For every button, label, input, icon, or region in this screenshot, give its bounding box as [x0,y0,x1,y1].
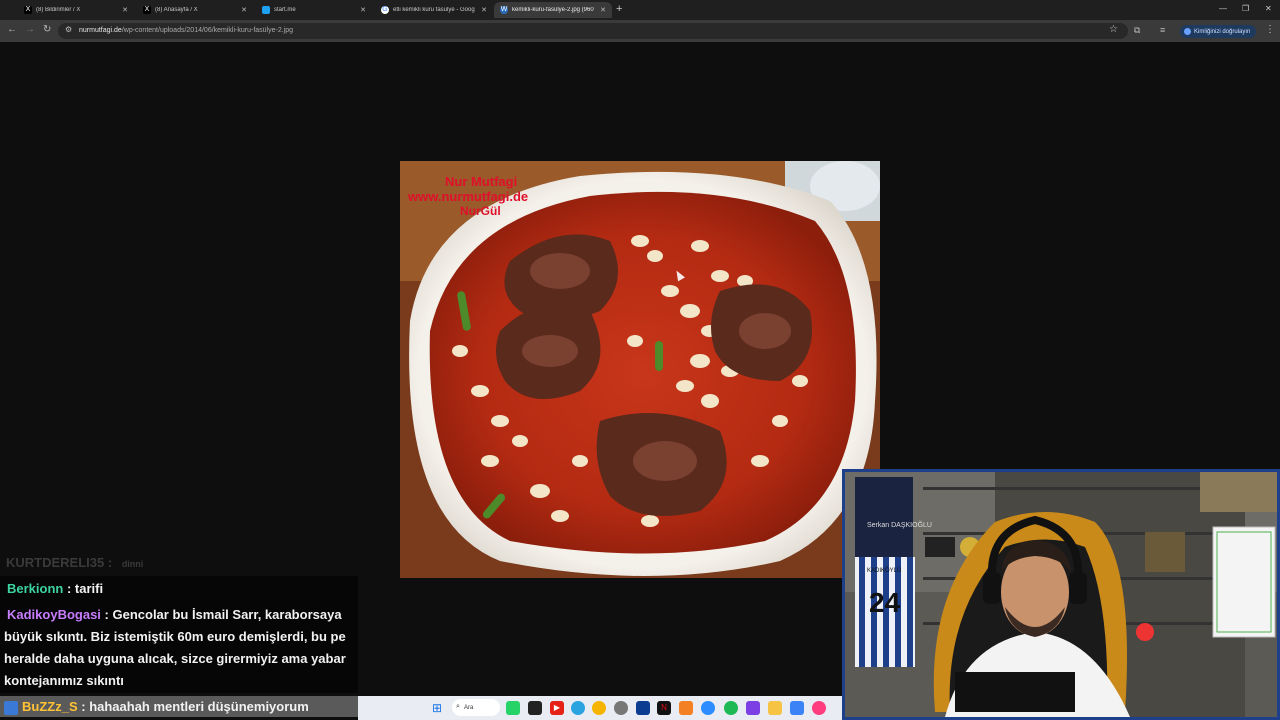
site-info-icon[interactable]: ⚙ [65,25,72,34]
bookmark-star-icon[interactable]: ☆ [1109,24,1118,35]
maximize-icon[interactable]: ❐ [1242,4,1249,13]
chat-separator: : [63,581,75,596]
bean-stew-photo: Nur Mutfagi www.nurmutfagi.de NurGül [400,161,880,578]
tab-label: etli kemikli kuru fasulye - Goog [393,7,475,13]
openai-icon[interactable] [614,701,628,715]
app-icon[interactable] [790,701,804,715]
chat-separator: : [77,699,90,714]
spotify-icon[interactable] [724,701,738,715]
whatsapp-icon[interactable] [506,701,520,715]
app-icon[interactable] [812,701,826,715]
close-tab-icon[interactable]: ✕ [600,6,606,14]
netflix-icon[interactable]: N [657,701,671,715]
tab-label: kemikli-kuru-fasülye-2.jpg (960 [512,7,594,13]
chat-username: KadikoyBogasi [7,607,101,622]
youtube-icon[interactable]: ▶ [550,701,564,715]
url-text: nurmutfagi.de/wp-content/uploads/2014/06… [79,27,294,34]
wordpress-icon: W [500,6,508,14]
minimize-icon[interactable]: — [1219,4,1227,13]
search-icon: ⌕ [456,703,460,710]
telegram-icon[interactable] [571,701,585,715]
tab-label: start.me [274,7,296,13]
media-icon[interactable]: ≡ [1160,25,1165,35]
vscode-icon[interactable] [636,701,650,715]
chat-faded-line: KURTDERELI35 : dinni [6,555,143,570]
address-bar[interactable]: ⚙ nurmutfagi.de/wp-content/uploads/2014/… [58,23,1128,39]
profile-button-label: Kimliğinizi doğrulayın [1194,28,1251,35]
close-tab-icon[interactable]: ✕ [241,6,247,14]
main-image: Nur Mutfagi www.nurmutfagi.de NurGül [400,161,880,578]
tab-home[interactable]: X (8) Anasayfa / X ✕ [137,2,253,18]
taskbar-search-label: Ara [464,704,474,711]
tab-strip: X (8) Bildirimler / X ✕ X (8) Anasayfa /… [0,0,1280,20]
close-tab-icon[interactable]: ✕ [360,6,366,14]
sign-name: Serkan DAŞKIOĞLU [867,520,932,529]
reload-icon[interactable]: ↻ [43,24,51,35]
chat-username: BuZZz_S [22,699,78,714]
watermark-name: NurGül [460,204,501,218]
close-tab-icon[interactable]: ✕ [122,6,128,14]
streamer-webcam-feed: Serkan DAŞKIOĞLU KADIKÖYLÜ 24 [845,472,1277,717]
windows-start-icon[interactable]: ⊞ [430,701,444,715]
profile-button[interactable]: Kimliğinizi doğrulayın [1180,25,1256,38]
new-tab-button[interactable]: + [616,3,622,15]
webcam-overlay: Serkan DAŞKIOĞLU KADIKÖYLÜ 24 [842,469,1280,720]
tab-google-search[interactable]: G etli kemikli kuru fasulye - Goog ✕ [375,2,493,18]
chrome-icon[interactable] [592,701,606,715]
tab-startme[interactable]: start.me ✕ [256,2,372,18]
chat-text: tarifi [74,581,104,596]
chat-message: BuZZz_S : hahaahah mentleri düşünemiyoru… [0,696,358,717]
chat-text: hahaahah mentleri düşünemiyorum [89,699,309,714]
forward-icon[interactable]: → [25,24,35,35]
close-tab-icon[interactable]: ✕ [481,6,487,14]
x-logo-icon: X [143,6,151,14]
vlc-icon[interactable] [679,701,693,715]
jersey-name: KADIKÖYLÜ [867,567,901,574]
menu-icon[interactable]: ⋮ [1265,24,1275,35]
extensions-icon[interactable]: ⧉ [1134,25,1140,36]
x-logo-icon: X [24,6,32,14]
zoom-icon[interactable] [701,701,715,715]
chat-message: Berkionn : tarifi [0,578,358,600]
chat-message: KadikoyBogasi : Gencolar bu İsmail Sarr,… [0,604,358,692]
browser-toolbar: ← → ↻ ⚙ nurmutfagi.de/wp-content/uploads… [0,20,1280,42]
tab-label: (8) Anasayfa / X [155,7,198,13]
taskbar-search[interactable]: ⌕ Ara [452,699,500,716]
google-icon: G [381,6,389,14]
tab-image[interactable]: W kemikli-kuru-fasülye-2.jpg (960 ✕ [494,2,612,18]
watermark-title: Nur Mutfagi [445,174,517,189]
tab-label: (8) Bildirimler / X [36,7,81,13]
file-explorer-icon[interactable] [768,701,782,715]
close-window-icon[interactable]: ✕ [1265,4,1272,13]
app-icon[interactable] [746,701,760,715]
tab-notifications[interactable]: X (8) Bildirimler / X ✕ [18,2,134,18]
watermark-url: www.nurmutfagi.de [407,189,528,204]
chat-separator: : [100,607,113,622]
jersey-number: 24 [869,587,901,618]
startme-icon [262,6,270,14]
chat-username: Berkionn [7,581,64,596]
app-icon[interactable] [528,701,542,715]
back-icon[interactable]: ← [7,24,17,35]
profile-icon [1184,28,1191,35]
twitch-badge-icon [4,700,18,715]
chat-text: dinni [121,559,144,569]
chat-username: KURTDERELI35 : [6,555,113,570]
